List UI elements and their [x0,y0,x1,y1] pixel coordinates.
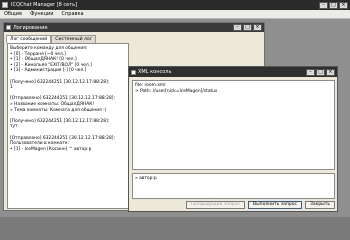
xml-button-row: Предыдущий запрос Выполнить запрос Закры… [132,201,335,210]
log-minimize-button[interactable]: – [233,24,242,31]
close-button[interactable]: × [339,1,348,9]
main-title: ICQChat Manager [8 сеть] [11,2,78,8]
xml-maximize-button[interactable]: □ [316,68,325,76]
main-window: ICQChat Manager [8 сеть] – □ × Общие Фун… [0,0,350,217]
menubar: Общие Функции Справка [0,10,350,19]
execute-query-button[interactable]: Выполнить запрос [247,201,302,209]
message-log[interactable]: Выберите команду для общения: • [0] - Тер… [7,43,129,209]
log-titlebar[interactable]: Логирование – □ × [4,23,264,32]
menu-general[interactable]: Общие [0,11,26,17]
xml-console-window: XML консоль – □ × file: room.xml > Path: … [128,66,338,212]
log-line: [Получено] 632244251 [30.12.12.17:88:28]… [10,118,110,124]
log-window-title: Логирование [13,24,48,31]
previous-query-button[interactable]: Предыдущий запрос [185,201,245,209]
xml-query-input[interactable]: » автор:р [132,173,335,199]
main-titlebar[interactable]: ICQChat Manager [8 сеть] – □ × [0,0,350,10]
minimize-button[interactable]: – [319,1,328,9]
tab-system-log[interactable]: Системный лог [51,35,97,43]
log-line: • [1] - IceMagen [Косинн] ^ автор:р [10,146,92,152]
app-icon [2,2,8,8]
xml-output[interactable]: file: room.xml > Path: //user[nick=IceMag… [132,80,335,170]
xml-titlebar[interactable]: XML консоль – □ × [129,67,337,77]
maximize-button[interactable]: □ [329,1,338,9]
close-console-button[interactable]: Закрыть [304,201,335,209]
xml-output-line: > Path: //user[nick=IceMagen]/status [135,88,218,94]
log-window-icon [6,25,11,30]
log-tabs: Лог сообщений Системный лог [6,35,97,43]
log-close-button[interactable]: × [253,24,262,31]
xml-minimize-button[interactable]: – [306,68,315,76]
xml-query-text: » автор:р [135,176,157,181]
log-maximize-button[interactable]: □ [243,24,252,31]
xml-window-icon [131,69,136,75]
xml-close-button[interactable]: × [326,68,335,76]
xml-window-title: XML консоль [138,69,172,75]
tab-messages-log[interactable]: Лог сообщений [6,35,52,43]
menu-functions[interactable]: Функции [26,11,57,17]
log-line: [Получено] 632244251 [30.12.12.17:88:28]… [10,79,110,85]
menu-help[interactable]: Справка [58,11,88,17]
